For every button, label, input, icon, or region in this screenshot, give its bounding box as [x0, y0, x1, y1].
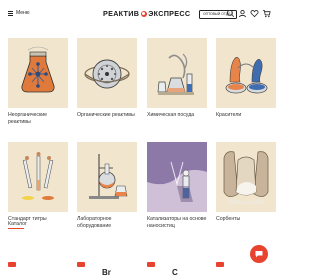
hamburger-icon — [8, 10, 13, 16]
category-card-lab-equipment[interactable]: Лабораторное оборудование — [77, 142, 137, 230]
cart-icon[interactable] — [262, 9, 271, 18]
category-card-sorbents[interactable]: Сорбенты — [216, 142, 276, 223]
lab-equipment-illustration — [77, 142, 137, 212]
category-label: Красители — [216, 112, 242, 118]
category-label: Катализаторы на основе наносистиц — [147, 216, 207, 229]
chat-button[interactable] — [250, 245, 268, 263]
logo-text-right: ЭКСПРЕСС — [148, 9, 191, 18]
category-card-glassware[interactable]: Химическая посуда — [147, 38, 207, 119]
inorganic-reagents-illustration — [8, 38, 68, 108]
site-logo[interactable]: РЕАКТИВ ЭКСПРЕСС — [103, 9, 190, 18]
logo-text-left: РЕАКТИВ — [103, 9, 140, 18]
category-label: Лабораторное оборудование — [77, 216, 112, 229]
category-label: Неорганические реактивы — [8, 112, 48, 125]
catalysts-illustration — [147, 142, 207, 212]
user-icon[interactable] — [238, 9, 247, 18]
badge — [8, 262, 16, 267]
badge — [147, 262, 155, 267]
catalog-link[interactable]: Каталог — [8, 221, 27, 229]
category-card-catalysts[interactable]: Катализаторы на основе наносистиц — [147, 142, 207, 230]
sorbents-illustration — [216, 142, 276, 212]
organic-reagents-illustration — [77, 38, 137, 108]
logo-dot-icon — [140, 10, 147, 17]
category-label: Органические реактивы — [77, 112, 135, 118]
category-card-organic[interactable]: Органические реактивы — [77, 38, 137, 119]
category-card-inorganic[interactable]: Неорганические реактивы — [8, 38, 68, 126]
chat-icon — [255, 251, 263, 258]
category-label: Сорбенты — [216, 216, 241, 222]
menu-button[interactable]: Меню — [8, 10, 30, 16]
badge — [216, 262, 224, 267]
partial-product-text: Br — [102, 268, 111, 277]
standard-titres-illustration — [8, 142, 68, 212]
category-label: Химическая посуда — [147, 112, 195, 118]
badge — [77, 262, 85, 267]
category-card-dyes[interactable]: Красители — [216, 38, 276, 119]
partial-product-text: C — [172, 268, 178, 277]
search-icon[interactable] — [226, 9, 235, 18]
site-header: Меню РЕАКТИВ ЭКСПРЕСС ОПТОВЫЙ ОТДЕЛ — [0, 0, 280, 30]
menu-label: Меню — [16, 10, 30, 16]
dyes-illustration — [216, 38, 276, 108]
category-card-standard-titres[interactable]: Стандарт титры — [8, 142, 68, 223]
glassware-illustration — [147, 38, 207, 108]
heart-icon[interactable] — [250, 9, 259, 18]
